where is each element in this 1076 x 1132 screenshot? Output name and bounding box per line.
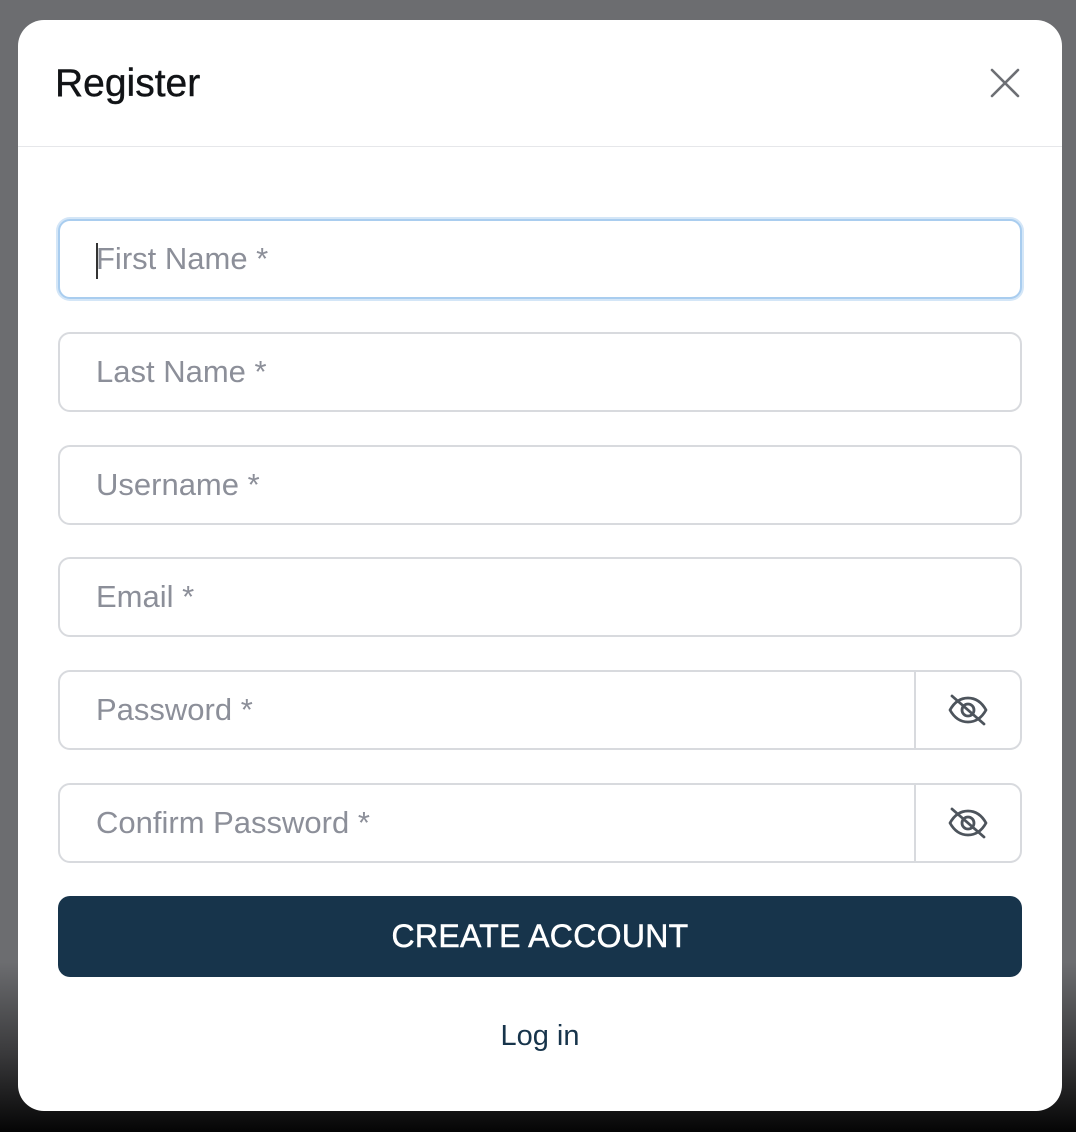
password-input[interactable] <box>60 672 914 748</box>
confirm-password-input[interactable] <box>60 785 914 861</box>
create-account-button[interactable]: CREATE ACCOUNT <box>58 896 1022 977</box>
text-caret <box>96 243 98 279</box>
modal-title: Register <box>55 62 201 105</box>
confirm-password-visibility-toggle[interactable] <box>914 785 1020 861</box>
email-input[interactable] <box>60 559 1020 635</box>
eye-slash-icon <box>948 807 988 839</box>
close-icon <box>990 68 1020 98</box>
confirm-password-field <box>58 783 1022 863</box>
last-name-field <box>58 332 1022 412</box>
login-link[interactable]: Log in <box>58 1016 1022 1056</box>
password-visibility-toggle[interactable] <box>914 672 1020 748</box>
email-field <box>58 557 1022 637</box>
username-field <box>58 445 1022 525</box>
password-field <box>58 670 1022 750</box>
close-button[interactable] <box>984 62 1026 104</box>
first-name-input[interactable] <box>60 221 1020 297</box>
last-name-input[interactable] <box>60 334 1020 410</box>
modal-header: Register <box>18 20 1062 147</box>
first-name-field <box>58 219 1022 299</box>
register-modal: Register First Name * Last Name * Userna… <box>18 20 1062 1111</box>
eye-slash-icon <box>948 694 988 726</box>
username-input[interactable] <box>60 447 1020 523</box>
